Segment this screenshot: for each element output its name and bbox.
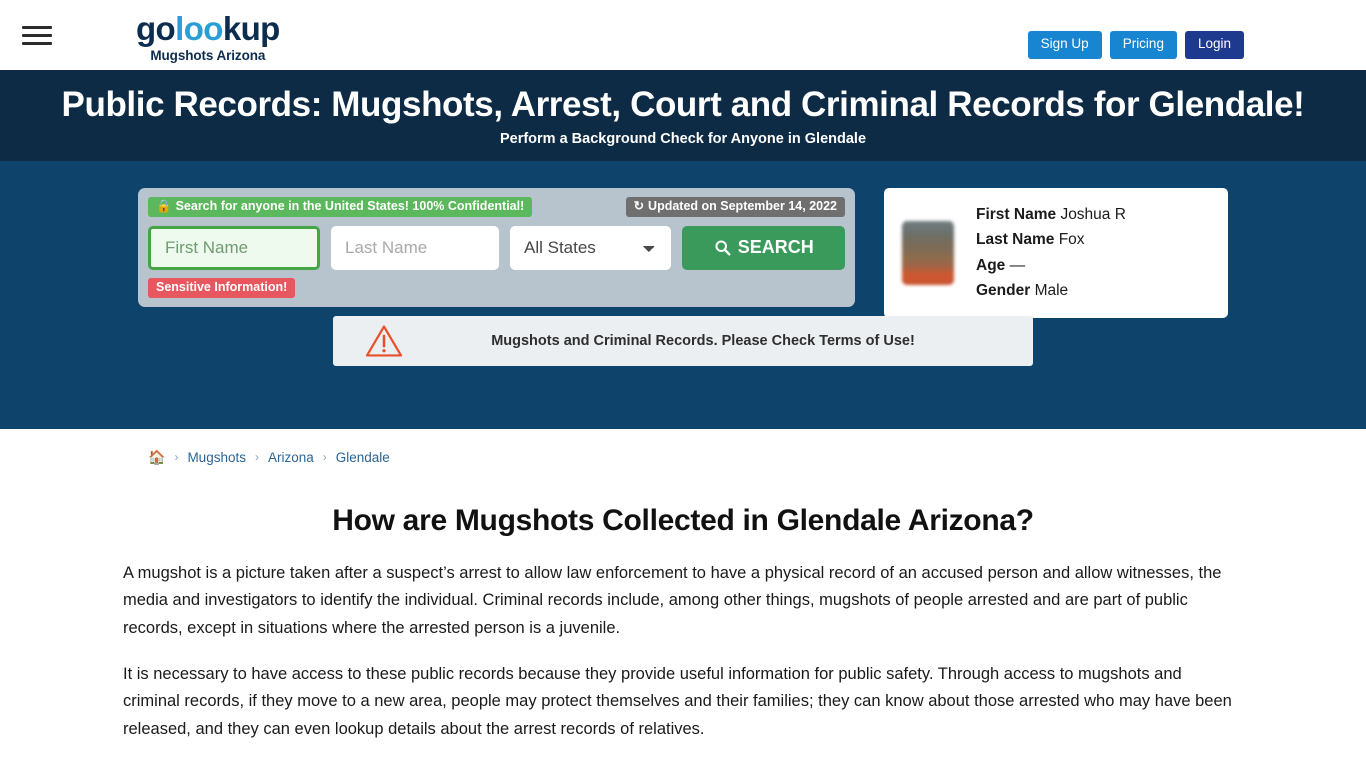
top-navigation-bar: golookup Mugshots Arizona Sign Up Pricin… — [0, 0, 1366, 70]
article-heading: How are Mugshots Collected in Glendale A… — [332, 503, 1034, 537]
hero-title-banner: Public Records: Mugshots, Arrest, Court … — [0, 70, 1366, 161]
person-gender-label: Gender — [976, 281, 1031, 299]
person-first-name-row: First Name Joshua R — [976, 202, 1126, 227]
confidential-badge: 🔒 Search for anyone in the United States!… — [148, 196, 533, 218]
page-title: Public Records: Mugshots, Arrest, Court … — [61, 85, 1305, 124]
page-subtitle: Perform a Background Check for Anyone in… — [499, 130, 867, 147]
person-last-name-row: Last Name Fox — [976, 227, 1126, 252]
sensitive-row: Sensitive Information! — [148, 277, 845, 298]
logo-text-part3: kup — [222, 10, 280, 47]
person-age-value: — — [1009, 256, 1026, 274]
article-paragraph-1: A mugshot is a picture taken after a sus… — [123, 563, 1222, 637]
person-last-name-label: Last Name — [976, 231, 1055, 249]
search-button-label: SEARCH — [737, 237, 814, 257]
hamburger-line — [22, 33, 52, 37]
lock-icon: 🔒 — [156, 198, 172, 213]
updated-badge-label: Updated on September 14, 2022 — [648, 198, 837, 213]
warning-text: Mugshots and Criminal Records. Please Ch… — [491, 332, 915, 349]
site-logo[interactable]: golookup Mugshots Arizona — [136, 12, 280, 63]
sign-up-button[interactable]: Sign Up — [1027, 31, 1102, 59]
breadcrumb-separator: › — [322, 450, 327, 464]
hamburger-line — [22, 25, 52, 29]
search-panel: 🔒 Search for anyone in the United States!… — [138, 187, 855, 307]
person-result-card[interactable]: First Name Joshua R Last Name Fox Age — … — [884, 187, 1228, 318]
main-content: 🏠 › Mugshots › Arizona › Glendale How ar… — [0, 429, 1366, 768]
person-details: First Name Joshua R Last Name Fox Age — … — [976, 202, 1126, 302]
search-form: All States SEARCH — [148, 225, 845, 270]
breadcrumb-item-arizona[interactable]: Arizona — [268, 450, 314, 465]
nav-button-group: Sign Up Pricing Login — [1027, 31, 1244, 59]
last-name-input[interactable] — [331, 225, 499, 270]
breadcrumb: 🏠 › Mugshots › Arizona › Glendale — [0, 429, 1366, 466]
breadcrumb-separator: › — [174, 450, 179, 464]
search-button[interactable]: SEARCH — [682, 225, 845, 270]
logo-wordmark: golookup — [136, 12, 280, 45]
updated-badge: ↻ Updated on September 14, 2022 — [625, 196, 845, 218]
person-last-name-value: Fox — [1058, 231, 1085, 249]
confidential-badge-label: Search for anyone in the United States! … — [175, 198, 525, 213]
person-first-name-label: First Name — [976, 206, 1057, 224]
state-select[interactable]: All States — [510, 225, 672, 270]
person-gender-row: Gender Male — [976, 278, 1126, 303]
article-paragraph-2: It is necessary to have access to these … — [123, 664, 1232, 739]
breadcrumb-separator: › — [254, 450, 259, 464]
hamburger-line — [22, 41, 52, 45]
breadcrumb-item-glendale[interactable]: Glendale — [336, 450, 390, 465]
person-gender-value: Male — [1034, 281, 1069, 299]
home-icon[interactable]: 🏠 — [148, 449, 165, 466]
hero-section: 🔒 Search for anyone in the United States!… — [0, 160, 1366, 429]
person-age-label: Age — [976, 256, 1006, 274]
first-name-input[interactable] — [148, 225, 320, 270]
login-button[interactable]: Login — [1184, 31, 1244, 59]
terms-of-use-warning-box[interactable]: Mugshots and Criminal Records. Please Ch… — [333, 315, 1033, 366]
magnifier-icon — [715, 240, 731, 256]
sensitive-information-badge: Sensitive Information! — [148, 277, 296, 298]
person-first-name-value: Joshua R — [1060, 206, 1126, 224]
pricing-button[interactable]: Pricing — [1109, 31, 1177, 59]
logo-lens-text: loo — [175, 10, 223, 47]
hamburger-menu-icon[interactable] — [22, 22, 56, 48]
person-age-row: Age — — [976, 253, 1126, 278]
logo-text-part1: go — [136, 10, 176, 47]
mugshot-thumbnail-image — [902, 220, 954, 285]
logo-subtitle: Mugshots Arizona — [150, 48, 266, 63]
search-badge-row: 🔒 Search for anyone in the United States!… — [148, 196, 845, 218]
breadcrumb-item-mugshots[interactable]: Mugshots — [187, 450, 246, 465]
refresh-icon: ↻ — [633, 198, 645, 213]
